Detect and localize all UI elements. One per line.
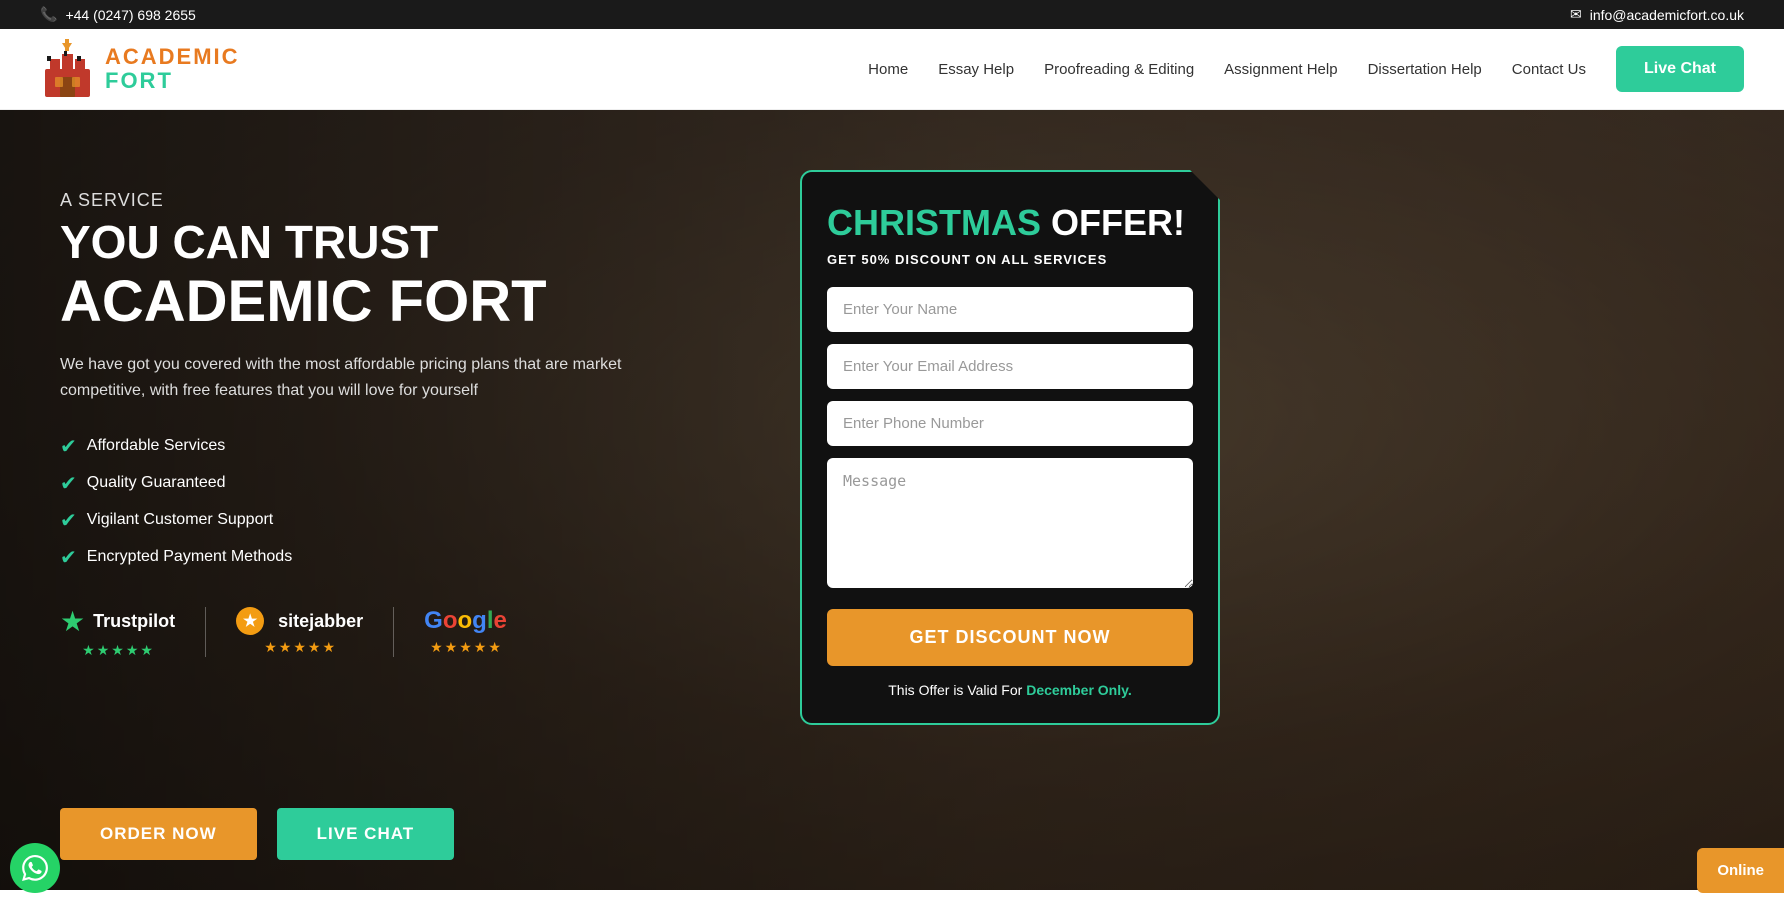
logo-academic: Academic	[105, 45, 240, 69]
feature-label-2: Quality Guaranteed	[87, 474, 226, 492]
logo-fort: Fort	[105, 69, 240, 93]
validity-text: This Offer is Valid For	[888, 682, 1022, 698]
phone-icon: 📞	[40, 6, 57, 23]
nav-home[interactable]: Home	[868, 61, 908, 78]
feature-label-4: Encrypted Payment Methods	[87, 548, 292, 566]
hero-left: A SERVICE YOU CAN TRUST ACADEMIC FORT We…	[60, 170, 760, 725]
nav-contact-us[interactable]: Contact Us	[1512, 61, 1586, 78]
name-input[interactable]	[827, 287, 1193, 332]
main-nav: Home Essay Help Proofreading & Editing A…	[868, 46, 1744, 92]
check-icon-1: ✔	[60, 434, 77, 459]
sitejabber-badge: ★ sitejabber ★ ★ ★ ★ ★	[236, 607, 363, 656]
a-service-label: A SERVICE	[60, 190, 760, 211]
sitejabber-stars: ★ ★ ★ ★ ★	[264, 639, 335, 656]
message-input[interactable]	[827, 458, 1193, 588]
google-g: G	[424, 607, 443, 634]
tp-star-4: ★	[126, 642, 139, 659]
nav-assignment-help[interactable]: Assignment Help	[1224, 61, 1337, 78]
trustpilot-badge: ★ Trustpilot ★ ★ ★ ★ ★	[60, 605, 175, 659]
trustpilot-name: Trustpilot	[93, 611, 175, 632]
google-o2: o	[458, 607, 473, 634]
divider-1	[205, 607, 206, 657]
feature-label-3: Vigilant Customer Support	[87, 511, 273, 529]
google-name: Google	[424, 607, 507, 635]
top-bar-phone: 📞 +44 (0247) 698 2655	[40, 6, 196, 23]
g-star-2: ★	[445, 639, 458, 656]
sj-star-5: ★	[322, 639, 335, 656]
google-l: l	[487, 607, 494, 634]
tp-star-2: ★	[97, 642, 110, 659]
tp-star-1: ★	[82, 642, 95, 659]
google-badge: Google ★ ★ ★ ★ ★	[424, 607, 507, 656]
phone-input[interactable]	[827, 401, 1193, 446]
google-row: Google	[424, 607, 507, 635]
hero-tagline: We have got you covered with the most af…	[60, 352, 660, 403]
offer-christmas: CHRISTMAS	[827, 202, 1041, 243]
g-star-4: ★	[474, 639, 487, 656]
online-badge: Online	[1697, 848, 1784, 893]
header-live-chat-button[interactable]: Live Chat	[1616, 46, 1744, 92]
offer-subtitle: GET 50% DISCOUNT ON ALL SERVICES	[827, 252, 1193, 267]
google-o1: o	[443, 607, 458, 634]
g-star-1: ★	[430, 639, 443, 656]
tp-star-3: ★	[111, 642, 124, 659]
whatsapp-button[interactable]	[10, 843, 60, 893]
google-e: e	[494, 607, 507, 634]
hero-content: A SERVICE YOU CAN TRUST ACADEMIC FORT We…	[0, 110, 1784, 765]
hero-section: A SERVICE YOU CAN TRUST ACADEMIC FORT We…	[0, 110, 1784, 890]
trustpilot-star-icon: ★	[60, 605, 85, 638]
sitejabber-name: sitejabber	[278, 611, 363, 632]
live-chat-hero-button[interactable]: LIVE CHAT	[277, 808, 454, 860]
sj-star-1: ★	[264, 639, 277, 656]
validity-month: December Only.	[1026, 682, 1132, 698]
trustpilot-stars: ★ ★ ★ ★ ★	[82, 642, 153, 659]
offer-title: CHRISTMAS OFFER!	[827, 202, 1193, 244]
phone-number: +44 (0247) 698 2655	[65, 7, 195, 23]
offer-offer: OFFER!	[1051, 202, 1185, 243]
email-icon: ✉	[1570, 6, 1582, 23]
g-star-5: ★	[488, 639, 501, 656]
feature-3: ✔ Vigilant Customer Support	[60, 508, 760, 533]
trustpilot-row: ★ Trustpilot	[60, 605, 175, 638]
email-input[interactable]	[827, 344, 1193, 389]
hero-headline2: ACADEMIC FORT	[60, 272, 760, 333]
g-star-3: ★	[459, 639, 472, 656]
whatsapp-icon	[22, 855, 48, 881]
check-icon-3: ✔	[60, 508, 77, 533]
logo[interactable]: Academic Fort	[40, 39, 240, 99]
features-list: ✔ Affordable Services ✔ Quality Guarante…	[60, 434, 760, 570]
hero-headline1: YOU CAN TRUST	[60, 217, 760, 268]
nav-proofreading[interactable]: Proofreading & Editing	[1044, 61, 1194, 78]
email-address: info@academicfort.co.uk	[1590, 7, 1744, 23]
feature-label-1: Affordable Services	[87, 437, 225, 455]
trust-badges: ★ Trustpilot ★ ★ ★ ★ ★ ★	[60, 605, 760, 659]
sj-star-2: ★	[279, 639, 292, 656]
sj-star-4: ★	[308, 639, 321, 656]
sitejabber-icon: ★	[236, 607, 264, 635]
tp-star-5: ★	[140, 642, 153, 659]
nav-dissertation-help[interactable]: Dissertation Help	[1368, 61, 1482, 78]
header: Academic Fort Home Essay Help Proofreadi…	[0, 29, 1784, 110]
feature-4: ✔ Encrypted Payment Methods	[60, 545, 760, 570]
online-label: Online	[1717, 862, 1764, 879]
get-discount-button[interactable]: GET DISCOUNT NOW	[827, 609, 1193, 666]
divider-2	[393, 607, 394, 657]
feature-1: ✔ Affordable Services	[60, 434, 760, 459]
logo-icon	[40, 39, 95, 99]
google-g2: g	[472, 607, 487, 634]
check-icon-2: ✔	[60, 471, 77, 496]
top-bar: 📞 +44 (0247) 698 2655 ✉ info@academicfor…	[0, 0, 1784, 29]
nav-essay-help[interactable]: Essay Help	[938, 61, 1014, 78]
check-icon-4: ✔	[60, 545, 77, 570]
google-stars: ★ ★ ★ ★ ★	[430, 639, 501, 656]
bottom-buttons: ORDER NOW LIVE CHAT	[60, 808, 454, 860]
top-bar-email: ✉ info@academicfort.co.uk	[1570, 6, 1744, 23]
offer-validity: This Offer is Valid For December Only.	[827, 682, 1193, 698]
order-now-button[interactable]: ORDER NOW	[60, 808, 257, 860]
logo-text: Academic Fort	[105, 45, 240, 93]
feature-2: ✔ Quality Guaranteed	[60, 471, 760, 496]
offer-card: CHRISTMAS OFFER! GET 50% DISCOUNT ON ALL…	[800, 170, 1220, 725]
sitejabber-row: ★ sitejabber	[236, 607, 363, 635]
sj-star-3: ★	[293, 639, 306, 656]
